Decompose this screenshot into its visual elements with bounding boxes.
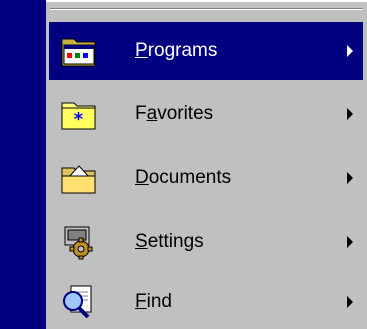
menu-separator: [50, 8, 363, 10]
submenu-arrow-icon: [347, 172, 353, 184]
menu-item-find[interactable]: Find: [49, 273, 363, 329]
submenu-arrow-icon: [347, 236, 353, 248]
find-magnifier-icon: [59, 284, 99, 320]
menu-item-label: Favorites: [135, 103, 214, 124]
svg-text:*: *: [74, 109, 84, 130]
settings-gear-icon: [59, 224, 99, 260]
menu-item-label: Find: [135, 291, 172, 312]
documents-folder-icon: [59, 160, 99, 196]
favorites-folder-icon: *: [59, 96, 99, 132]
start-menu: Programs * Favorites Documents Settings …: [46, 0, 367, 329]
submenu-arrow-icon: [347, 296, 353, 308]
menu-item-favorites[interactable]: * Favorites: [49, 85, 363, 143]
menu-item-settings[interactable]: Settings: [49, 213, 363, 271]
programs-folder-icon: [59, 33, 99, 69]
menu-item-programs[interactable]: Programs: [49, 22, 363, 80]
start-menu-window: Programs * Favorites Documents Settings …: [0, 0, 367, 329]
menu-item-label: Documents: [135, 167, 232, 188]
submenu-arrow-icon: [347, 108, 353, 120]
submenu-arrow-icon: [347, 45, 353, 57]
menu-item-label: Settings: [135, 231, 204, 252]
menu-item-label: Programs: [135, 40, 218, 61]
menu-item-documents[interactable]: Documents: [49, 149, 363, 207]
start-menu-banner: [0, 0, 46, 329]
